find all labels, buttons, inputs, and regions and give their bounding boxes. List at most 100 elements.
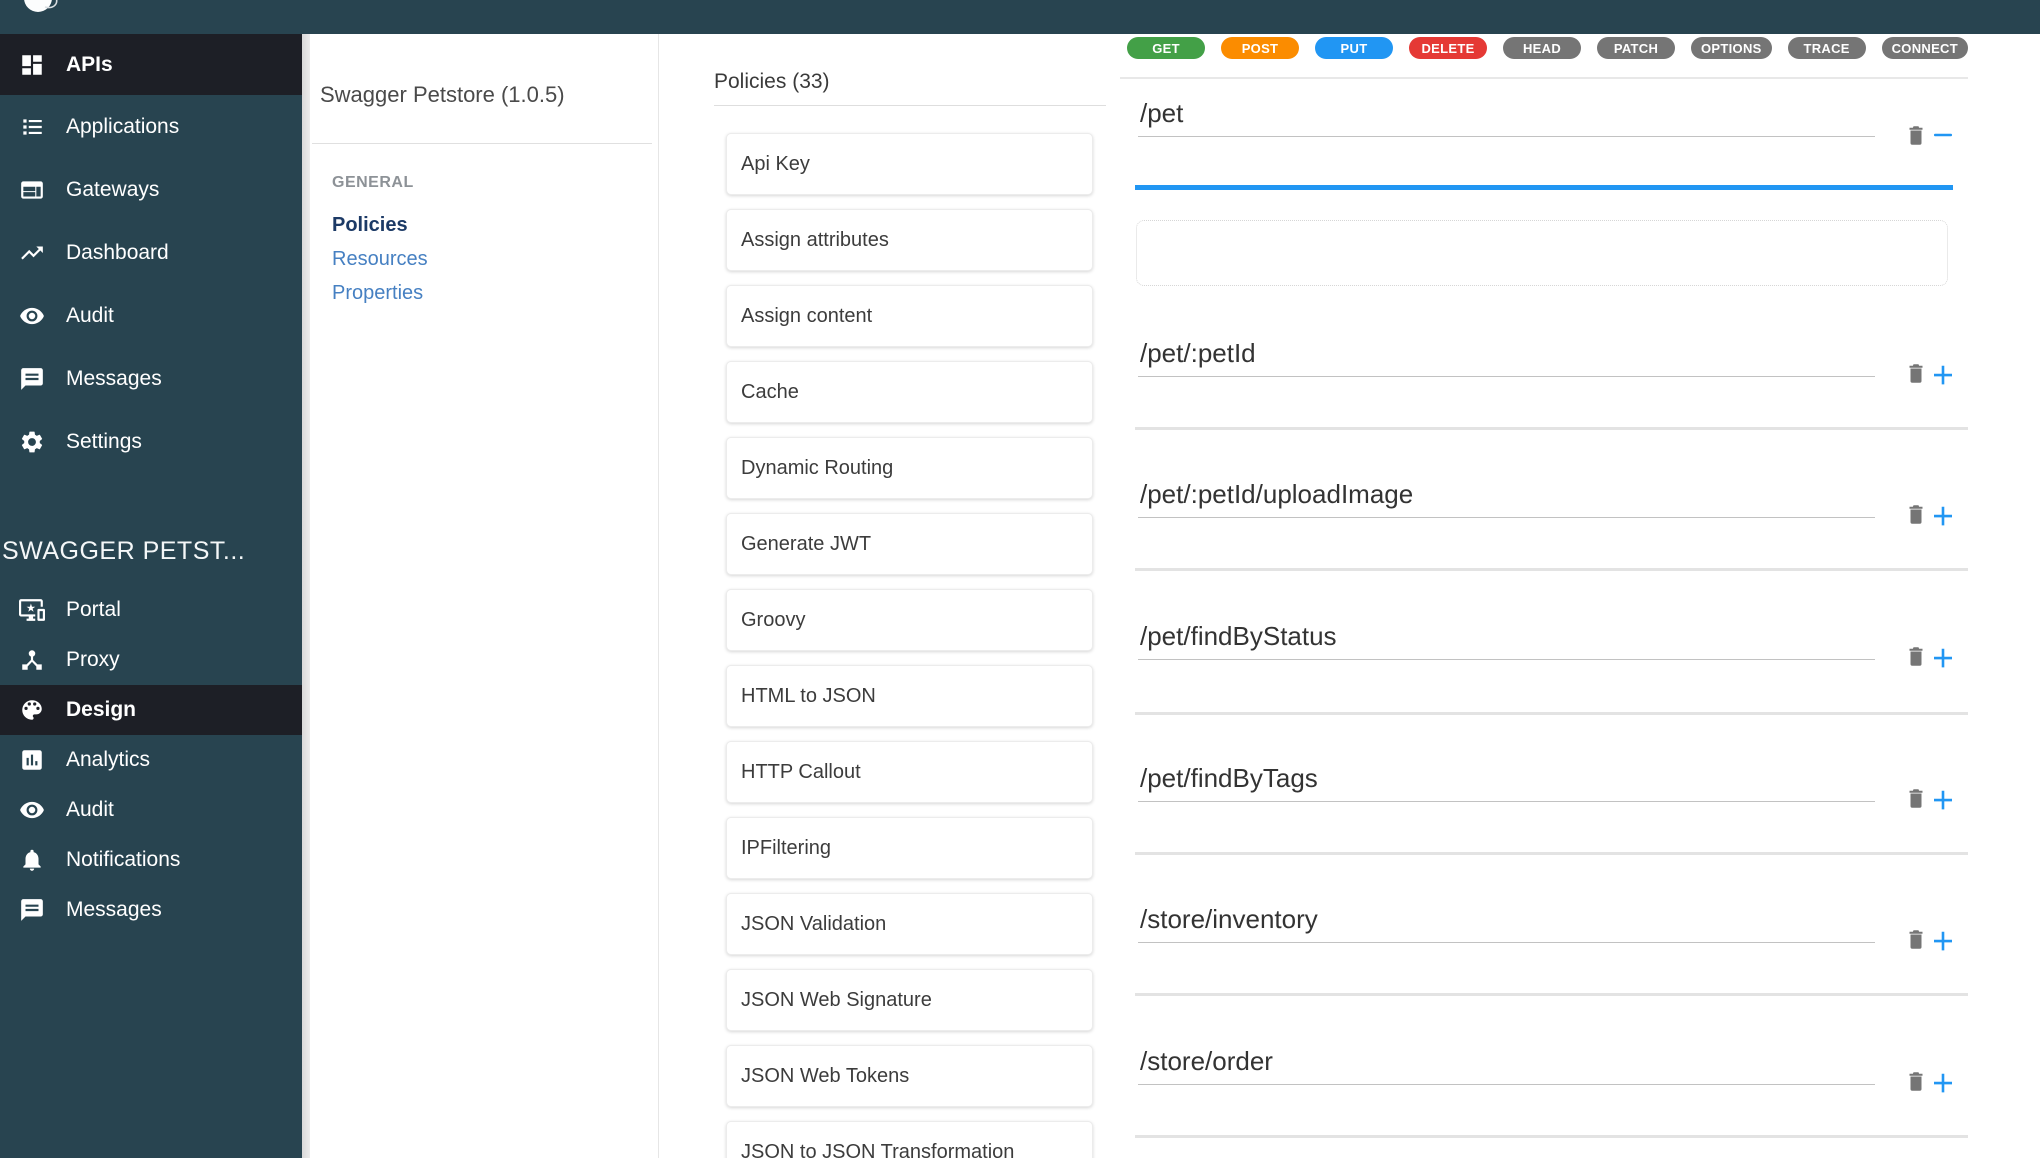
delete-path-icon[interactable] xyxy=(1906,123,1926,147)
sidebar-item-proxy[interactable]: Proxy xyxy=(0,635,302,685)
link-properties[interactable]: Properties xyxy=(332,282,423,305)
row-separator xyxy=(1135,427,1968,430)
policy-card[interactable]: Assign content xyxy=(726,285,1093,347)
path-input-order[interactable]: /store/order xyxy=(1138,1039,1875,1085)
api-title: Swagger Petstore (1.0.5) xyxy=(320,82,565,108)
design-panel: GET POST PUT DELETE HEAD PATCH OPTIONS T… xyxy=(1120,34,2040,1158)
sidebar-item-audit-api[interactable]: Audit xyxy=(0,785,302,835)
method-chip-post[interactable]: POST xyxy=(1221,37,1299,59)
window-grid-icon xyxy=(19,177,45,203)
row-separator xyxy=(1135,568,1968,571)
device-hub-icon xyxy=(19,647,45,673)
policy-card[interactable]: JSON Validation xyxy=(726,893,1093,955)
sidebar-item-dashboard[interactable]: Dashboard xyxy=(0,221,302,284)
policy-card[interactable]: Dynamic Routing xyxy=(726,437,1093,499)
policy-card[interactable]: Api Key xyxy=(726,133,1093,195)
expand-path-icon[interactable] xyxy=(1933,363,1953,387)
divider xyxy=(714,105,1106,106)
policy-card[interactable]: HTTP Callout xyxy=(726,741,1093,803)
sidebar-item-label: Portal xyxy=(66,598,121,622)
policies-panel-title: Policies (33) xyxy=(714,70,830,94)
expand-path-icon[interactable] xyxy=(1933,646,1953,670)
sidebar-item-label: Gateways xyxy=(66,178,159,202)
delete-path-icon[interactable] xyxy=(1906,644,1926,668)
delete-path-icon[interactable] xyxy=(1906,1069,1926,1093)
policy-card[interactable]: IPFiltering xyxy=(726,817,1093,879)
grid-icon xyxy=(19,52,45,78)
policy-card[interactable]: Assign attributes xyxy=(726,209,1093,271)
divider xyxy=(1120,77,1968,79)
policy-card[interactable]: HTML to JSON xyxy=(726,665,1093,727)
method-chip-delete[interactable]: DELETE xyxy=(1409,37,1487,59)
selected-path-indicator xyxy=(1135,185,1953,190)
sidebar-item-label: Messages xyxy=(66,898,162,922)
sidebar-item-applications[interactable]: Applications xyxy=(0,95,302,158)
sidebar-item-design[interactable]: Design xyxy=(0,685,302,735)
general-section-label: GENERAL xyxy=(332,174,414,192)
sidebar-item-notifications[interactable]: Notifications xyxy=(0,835,302,885)
sidebar-item-label: Proxy xyxy=(66,648,120,672)
row-separator xyxy=(1135,852,1968,855)
method-chips-row: GET POST PUT DELETE HEAD PATCH OPTIONS T… xyxy=(1127,37,1968,59)
sidebar-item-label: Messages xyxy=(66,367,162,391)
expand-path-icon[interactable] xyxy=(1933,504,1953,528)
chat-bubble-icon xyxy=(19,366,45,392)
top-header xyxy=(0,0,2040,34)
method-chip-trace[interactable]: TRACE xyxy=(1788,37,1866,59)
expand-path-icon[interactable] xyxy=(1933,929,1953,953)
row-separator xyxy=(1135,712,1968,715)
expand-path-icon[interactable] xyxy=(1933,1071,1953,1095)
sidebar-item-messages-api[interactable]: Messages xyxy=(0,885,302,935)
gear-icon xyxy=(19,429,45,455)
policy-card[interactable]: JSON Web Signature xyxy=(726,969,1093,1031)
sidebar-item-label: Applications xyxy=(66,115,179,139)
row-separator xyxy=(1135,993,1968,996)
policy-drop-zone[interactable] xyxy=(1136,220,1948,286)
policy-card[interactable]: Cache xyxy=(726,361,1093,423)
path-input-petid[interactable]: /pet/:petId xyxy=(1138,331,1875,377)
panel-scrollbar[interactable] xyxy=(302,34,310,1158)
path-input-pet[interactable]: /pet xyxy=(1138,91,1875,137)
method-chip-head[interactable]: HEAD xyxy=(1503,37,1581,59)
collapse-path-icon[interactable] xyxy=(1933,123,1953,147)
path-input-findbytags[interactable]: /pet/findByTags xyxy=(1138,756,1875,802)
sidebar-item-analytics[interactable]: Analytics xyxy=(0,735,302,785)
path-input-inventory[interactable]: /store/inventory xyxy=(1138,897,1875,943)
sidebar-item-settings[interactable]: Settings xyxy=(0,410,302,473)
bell-icon xyxy=(19,847,45,873)
trending-up-icon xyxy=(19,240,45,266)
sidebar-item-label: Analytics xyxy=(66,748,150,772)
sidebar-item-label: Design xyxy=(66,698,136,722)
policy-card[interactable]: Groovy xyxy=(726,589,1093,651)
api-panel: Swagger Petstore (1.0.5) GENERAL Policie… xyxy=(310,34,658,1158)
sidebar-item-audit[interactable]: Audit xyxy=(0,284,302,347)
policy-card[interactable]: JSON Web Tokens xyxy=(726,1045,1093,1107)
sidebar: APIs Applications Gateways Dashboard Aud… xyxy=(0,34,302,1158)
delete-path-icon[interactable] xyxy=(1906,502,1926,526)
sidebar-item-label: Notifications xyxy=(66,848,180,872)
path-input-findbystatus[interactable]: /pet/findByStatus xyxy=(1138,614,1875,660)
link-resources[interactable]: Resources xyxy=(332,248,428,271)
delete-path-icon[interactable] xyxy=(1906,786,1926,810)
sidebar-item-messages[interactable]: Messages xyxy=(0,347,302,410)
chat-bubble-icon xyxy=(19,897,45,923)
eye-icon xyxy=(19,797,45,823)
method-chip-connect[interactable]: CONNECT xyxy=(1882,37,1968,59)
sidebar-item-portal[interactable]: Portal xyxy=(0,585,302,635)
sidebar-item-label: Settings xyxy=(66,430,142,454)
expand-path-icon[interactable] xyxy=(1933,788,1953,812)
path-input-uploadimage[interactable]: /pet/:petId/uploadImage xyxy=(1138,472,1875,518)
policy-card[interactable]: JSON to JSON Transformation xyxy=(726,1121,1093,1158)
policies-panel: Policies (33) Api Key Assign attributes … xyxy=(658,34,1120,1158)
link-policies[interactable]: Policies xyxy=(332,214,408,237)
method-chip-patch[interactable]: PATCH xyxy=(1597,37,1675,59)
policy-card[interactable]: Generate JWT xyxy=(726,513,1093,575)
method-chip-options[interactable]: OPTIONS xyxy=(1691,37,1772,59)
delete-path-icon[interactable] xyxy=(1906,927,1926,951)
method-chip-get[interactable]: GET xyxy=(1127,37,1205,59)
delete-path-icon[interactable] xyxy=(1906,361,1926,385)
sidebar-item-label: Audit xyxy=(66,798,114,822)
method-chip-put[interactable]: PUT xyxy=(1315,37,1393,59)
sidebar-item-gateways[interactable]: Gateways xyxy=(0,158,302,221)
sidebar-item-apis[interactable]: APIs xyxy=(0,34,302,95)
